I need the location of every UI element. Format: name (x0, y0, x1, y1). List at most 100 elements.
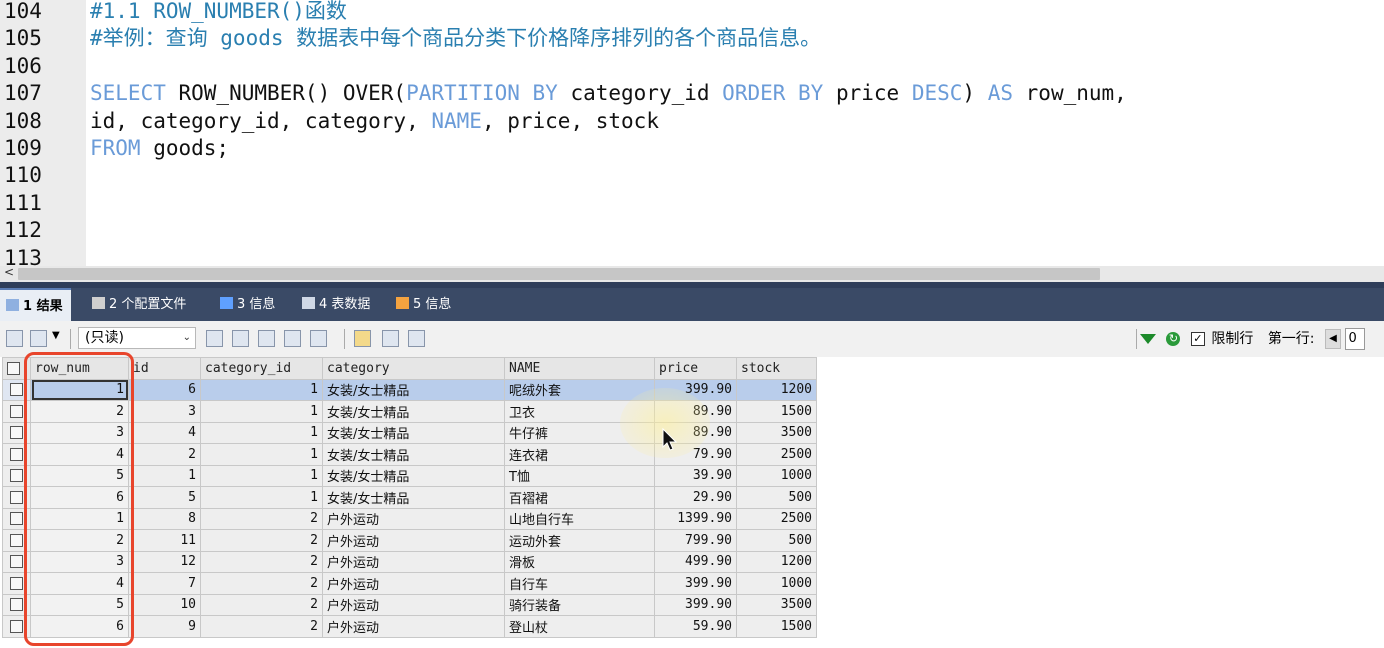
save-icon[interactable] (258, 330, 275, 347)
cell-category[interactable]: 女装/女士精品 (322, 421, 505, 444)
cell-category[interactable]: 女装/女士精品 (322, 443, 505, 466)
cell-category_id[interactable]: 2 (200, 507, 323, 530)
cell-name[interactable]: 登山杖 (504, 615, 655, 638)
previous-page-icon[interactable]: ◀ (1324, 329, 1341, 349)
cell-name[interactable]: 运动外套 (504, 529, 655, 552)
first-row-input[interactable]: 0 (1345, 328, 1366, 350)
cell-category[interactable]: 户外运动 (322, 572, 505, 595)
tab-label: 3 信息 (237, 297, 276, 312)
scrollbar-thumb[interactable] (18, 268, 1100, 280)
column-header-name[interactable]: NAME (504, 357, 655, 380)
cell-stock[interactable]: 2500 (736, 507, 817, 530)
cell-price[interactable]: 39.90 (654, 464, 737, 487)
cell-category_id[interactable]: 2 (200, 572, 323, 595)
duplicate-row-icon[interactable] (232, 330, 249, 347)
refresh-icon[interactable]: ↻ (1166, 332, 1181, 346)
cell-id[interactable]: 7 (128, 572, 201, 595)
cell-id[interactable]: 4 (128, 421, 201, 444)
insert-row-icon[interactable] (206, 330, 223, 347)
cell-category_id[interactable]: 1 (200, 400, 323, 423)
filter-icon[interactable] (1140, 334, 1156, 344)
chevron-down-icon[interactable]: ▼ (52, 330, 60, 341)
tab-result-3[interactable]: 3 信息 (214, 288, 283, 321)
cell-category_id[interactable]: 1 (200, 378, 323, 401)
cell-id[interactable]: 2 (128, 443, 201, 466)
cell-id[interactable]: 8 (128, 507, 201, 530)
form-view-icon[interactable] (382, 330, 399, 347)
cell-category_id[interactable]: 2 (200, 550, 323, 573)
column-header-stock[interactable]: stock (736, 357, 817, 380)
cell-category_id[interactable]: 1 (200, 421, 323, 444)
cell-name[interactable]: 百褶裙 (504, 486, 655, 509)
cell-category_id[interactable]: 2 (200, 593, 323, 616)
sql-keyword: PARTITION BY (406, 81, 558, 106)
cell-price[interactable]: 399.90 (654, 572, 737, 595)
cell-category[interactable]: 户外运动 (322, 507, 505, 530)
column-header-price[interactable]: price (654, 357, 737, 380)
column-header-category[interactable]: category (322, 357, 505, 380)
cell-category_id[interactable]: 1 (200, 464, 323, 487)
cell-category[interactable]: 户外运动 (322, 593, 505, 616)
sql-keyword: DESC (911, 81, 963, 106)
text-view-icon[interactable] (408, 330, 425, 347)
cancel-changes-icon[interactable] (310, 330, 327, 347)
cell-stock[interactable]: 500 (736, 529, 817, 552)
column-header-id[interactable]: id (128, 357, 201, 380)
cell-price[interactable]: 59.90 (654, 615, 737, 638)
editor-horizontal-scrollbar[interactable]: < (0, 265, 1384, 282)
cell-price[interactable]: 799.90 (654, 529, 737, 552)
cell-price[interactable]: 399.90 (654, 593, 737, 616)
cell-stock[interactable]: 3500 (736, 421, 817, 444)
cell-name[interactable]: 山地自行车 (504, 507, 655, 530)
cell-name[interactable]: 呢绒外套 (504, 378, 655, 401)
cell-name[interactable]: T恤 (504, 464, 655, 487)
cell-id[interactable]: 10 (128, 593, 201, 616)
readonly-mode-select[interactable]: (只读) ⌄ (78, 327, 196, 349)
scroll-left-arrow-icon[interactable]: < (4, 265, 14, 279)
cell-category_id[interactable]: 2 (200, 529, 323, 552)
cell-category[interactable]: 户外运动 (322, 529, 505, 552)
cell-stock[interactable]: 1000 (736, 572, 817, 595)
cell-category[interactable]: 女装/女士精品 (322, 486, 505, 509)
tab-result-2[interactable]: 2 个配置文件 (86, 288, 194, 321)
export-grid-icon[interactable] (6, 330, 23, 347)
cell-stock[interactable]: 1000 (736, 464, 817, 487)
cell-id[interactable]: 9 (128, 615, 201, 638)
cell-category[interactable]: 女装/女士精品 (322, 400, 505, 423)
cell-category[interactable]: 女装/女士精品 (322, 378, 505, 401)
grid-view-icon[interactable] (354, 330, 371, 347)
limit-rows-checkbox[interactable]: ✓ (1190, 332, 1205, 346)
tab-result-4[interactable]: 4 表数据 (296, 288, 378, 321)
cell-category_id[interactable]: 1 (200, 486, 323, 509)
cell-category[interactable]: 女装/女士精品 (322, 464, 505, 487)
cell-category_id[interactable]: 2 (200, 615, 323, 638)
cell-id[interactable]: 6 (128, 378, 201, 401)
tab-result-1[interactable]: 1 结果 (0, 288, 71, 321)
cell-stock[interactable]: 500 (736, 486, 817, 509)
cell-stock[interactable]: 3500 (736, 593, 817, 616)
cell-name[interactable]: 自行车 (504, 572, 655, 595)
cell-id[interactable]: 11 (128, 529, 201, 552)
cell-price[interactable]: 1399.90 (654, 507, 737, 530)
cell-stock[interactable]: 1500 (736, 615, 817, 638)
cell-stock[interactable]: 1500 (736, 400, 817, 423)
tab-result-5[interactable]: 5 信息 (390, 288, 459, 321)
cell-stock[interactable]: 1200 (736, 378, 817, 401)
view-mode-icon[interactable] (30, 330, 47, 347)
cell-stock[interactable]: 1200 (736, 550, 817, 573)
cell-id[interactable]: 3 (128, 400, 201, 423)
cell-price[interactable]: 499.90 (654, 550, 737, 573)
cell-name[interactable]: 滑板 (504, 550, 655, 573)
cell-price[interactable]: 29.90 (654, 486, 737, 509)
cell-name[interactable]: 骑行装备 (504, 593, 655, 616)
cell-category[interactable]: 户外运动 (322, 550, 505, 573)
cell-id[interactable]: 1 (128, 464, 201, 487)
cell-id[interactable]: 12 (128, 550, 201, 573)
cell-category[interactable]: 户外运动 (322, 615, 505, 638)
delete-icon[interactable] (284, 330, 301, 347)
column-header-category_id[interactable]: category_id (200, 357, 323, 380)
cell-stock[interactable]: 2500 (736, 443, 817, 466)
sql-editor[interactable]: 104 #1.1 ROW_NUMBER()函数 105 #举例：查询 goods 数据… (0, 0, 1384, 266)
cell-id[interactable]: 5 (128, 486, 201, 509)
cell-category_id[interactable]: 1 (200, 443, 323, 466)
